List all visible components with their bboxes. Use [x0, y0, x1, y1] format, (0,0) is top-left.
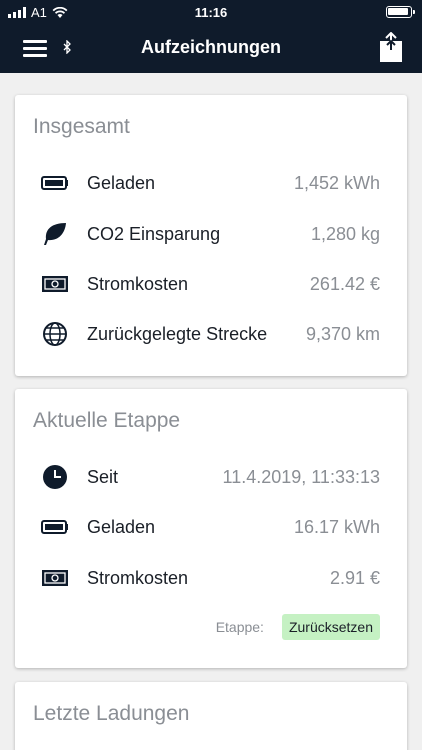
app-header: A1 11:16 Aufzeichnungen: [0, 0, 422, 73]
clock-icon: [41, 464, 69, 490]
total-card: Insgesamt Geladen 1,452 kWh CO2 Einsparu…: [15, 95, 407, 376]
banknote-icon: [41, 565, 69, 591]
stage-row-since: Seit 11.4.2019, 11:33:13: [15, 462, 407, 492]
row-value: 11.4.2019, 11:33:13: [222, 467, 380, 487]
leaf-icon: [41, 221, 69, 247]
reset-label: Etappe:: [215, 619, 264, 635]
reset-button[interactable]: Zurücksetzen: [281, 614, 380, 640]
row-label: Geladen: [87, 173, 156, 193]
status-time: 11:16: [194, 5, 228, 20]
total-row-charged: Geladen 1,452 kWh: [15, 168, 407, 198]
battery-icon: [41, 514, 69, 540]
battery-icon: [41, 170, 69, 196]
row-label: Stromkosten: [87, 568, 189, 588]
row-label: CO2 Einsparung: [87, 224, 221, 244]
stage-card: Aktuelle Etappe Seit 11.4.2019, 11:33:13…: [15, 389, 407, 668]
total-row-co2: CO2 Einsparung 1,280 kg: [15, 219, 407, 249]
row-label: Zurückgelegte Strecke: [87, 324, 268, 344]
last-charges-card: Letzte Ladungen: [15, 682, 407, 750]
status-battery-icon: [386, 6, 415, 18]
nav-bar: Aufzeichnungen: [0, 24, 422, 73]
status-bar: A1 11:16: [0, 0, 422, 24]
reset-row: Etappe: Zurücksetzen: [216, 614, 380, 640]
total-row-costs: Stromkosten 261.42 €: [15, 269, 407, 299]
row-label: Seit: [87, 467, 119, 487]
total-row-distance: Zurückgelegte Strecke 9,370 km: [15, 319, 407, 349]
row-value: 1,280 kg: [310, 224, 380, 244]
row-value: 261.42 €: [309, 274, 380, 294]
globe-icon: [41, 321, 69, 347]
row-value: 2.91 €: [329, 568, 380, 588]
share-icon[interactable]: [380, 32, 402, 62]
stage-row-costs: Stromkosten 2.91 €: [15, 563, 407, 593]
row-value: 1,452 kWh: [293, 173, 380, 193]
total-card-title: Insgesamt: [33, 115, 130, 138]
last-charges-title: Letzte Ladungen: [33, 702, 190, 725]
page-title: Aufzeichnungen: [141, 37, 281, 57]
row-label: Geladen: [87, 517, 156, 537]
row-value: 16.17 kWh: [293, 517, 380, 537]
banknote-icon: [41, 271, 69, 297]
row-value: 9,370 km: [305, 324, 380, 344]
stage-card-title: Aktuelle Etappe: [33, 409, 181, 432]
row-label: Stromkosten: [87, 274, 189, 294]
stage-row-charged: Geladen 16.17 kWh: [15, 512, 407, 542]
